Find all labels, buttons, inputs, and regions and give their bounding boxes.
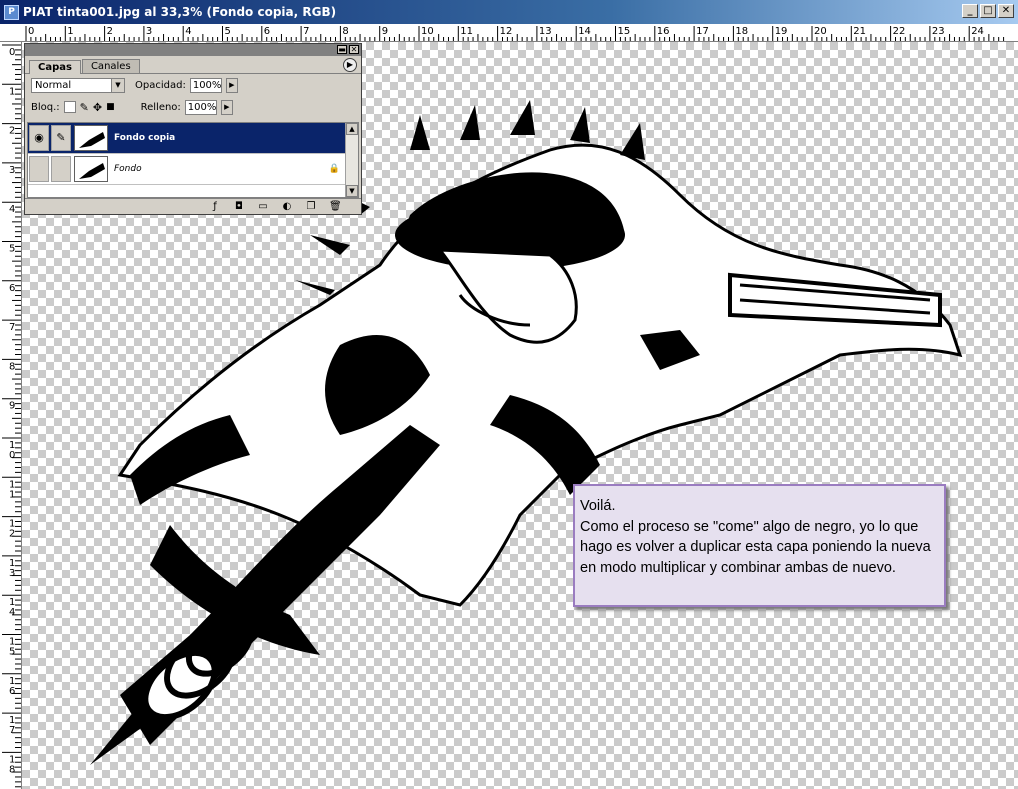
ruler-label: 19 [775, 26, 788, 37]
eye-icon[interactable]: ◉ [29, 125, 49, 151]
fill-slider-button[interactable]: ▶ [220, 99, 233, 115]
palette-close-button[interactable]: ✕ [349, 45, 359, 54]
ruler-label: 0 [9, 47, 15, 58]
fill-field[interactable]: 100% [184, 99, 217, 115]
layer-name[interactable]: Fondo copia [114, 133, 175, 143]
ruler-label: 21 [853, 26, 866, 37]
ruler-label: 18 [735, 26, 748, 37]
ruler-label: 2 [107, 26, 113, 37]
chevron-down-icon: ▼ [111, 78, 124, 92]
layer-thumbnail [74, 125, 108, 151]
ruler-label: 22 [893, 26, 906, 37]
ruler-label: 0 [28, 26, 34, 37]
maximize-button[interactable]: □ [980, 4, 996, 18]
layer-thumbnail [74, 156, 108, 182]
ruler-label: 16 [657, 26, 670, 37]
ruler-label: 4 [185, 26, 191, 37]
move-icon[interactable]: ✥ [93, 101, 102, 114]
document-icon: P [4, 4, 19, 20]
scroll-up-button[interactable]: ▲ [346, 123, 358, 135]
note-title: Voilá. [580, 498, 616, 514]
ruler-label: 3 [9, 568, 15, 579]
close-button[interactable]: ✕ [998, 4, 1014, 18]
layer-scrollbar[interactable]: ▲ ▼ [345, 123, 358, 197]
ruler-label: 6 [264, 26, 270, 37]
ruler-label: 6 [9, 283, 15, 294]
ruler-label: 5 [9, 244, 15, 255]
window-title: PIAT tinta001.jpg al 33,3% (Fondo copia,… [23, 5, 337, 19]
lock-icon[interactable]: ■ [106, 102, 115, 112]
ruler-label: 12 [500, 26, 513, 37]
opacity-slider-button[interactable]: ▶ [225, 77, 238, 93]
lock-transparency-icon[interactable] [63, 101, 76, 113]
ruler-label: 2 [9, 126, 15, 137]
brush-icon[interactable]: ✎ [80, 101, 89, 114]
layers-palette[interactable]: ▬ ✕ Capas Canales ▶ Normal ▼ Opacidad: 10… [24, 43, 362, 215]
ruler-label: 11 [460, 26, 473, 37]
blend-mode-select[interactable]: Normal ▼ [31, 77, 125, 93]
ruler-label: 3 [146, 26, 152, 37]
ruler-label: 8 [342, 26, 348, 37]
ruler-label: 1 [9, 489, 15, 500]
opacity-label: Opacidad: [135, 79, 186, 91]
ruler-label: 17 [696, 26, 709, 37]
ruler-label: 14 [578, 26, 591, 37]
ruler-label: 1 [67, 26, 73, 37]
annotation-note: Voilá. Como el proceso se "come" algo de… [573, 484, 946, 607]
palette-minimize-button[interactable]: ▬ [337, 45, 347, 54]
palette-titlebar[interactable]: ▬ ✕ [25, 44, 361, 56]
minimize-button[interactable]: _ [962, 4, 978, 18]
tab-capas[interactable]: Capas [29, 60, 81, 74]
opacity-field[interactable]: 100% [189, 77, 222, 93]
title-bar: P PIAT tinta001.jpg al 33,3% (Fondo copi… [0, 0, 1018, 24]
palette-menu-button[interactable]: ▶ [343, 58, 357, 72]
folder-icon[interactable]: ▭ [257, 201, 269, 213]
ruler-label: 7 [9, 322, 15, 333]
ruler-label: 9 [382, 26, 388, 37]
ruler-label: 1 [9, 86, 15, 97]
horizontal-ruler[interactable]: 0 1 2 3 4 5 6 7 8 9 10 11 12 13 14 15 16 17 18 19 20 21 22 23 24 [0, 24, 1018, 42]
link-toggle[interactable] [51, 156, 71, 182]
ruler-label: 8 [9, 764, 15, 775]
ruler-label: 5 [9, 647, 15, 658]
adjustment-icon[interactable]: ◐ [281, 201, 293, 213]
ruler-label: 8 [9, 361, 15, 372]
ruler-label: 6 [9, 686, 15, 697]
ruler-label: 4 [9, 204, 15, 215]
ruler-label: 4 [9, 607, 15, 618]
brush-icon[interactable]: ✎ [51, 125, 71, 151]
blend-mode-value: Normal [35, 79, 72, 91]
mask-icon[interactable]: ◘ [233, 201, 245, 213]
ruler-label: 13 [539, 26, 552, 37]
palette-footer: ƒ ◘ ▭ ◐ ❐ 🗑 [25, 198, 361, 214]
tab-canales[interactable]: Canales [81, 59, 140, 73]
layer-row-fondo[interactable]: Fondo 🔒 [28, 154, 358, 185]
ruler-label: 2 [9, 529, 15, 540]
layer-row-fondo-copia[interactable]: ◉ ✎ Fondo copia [28, 123, 358, 154]
visibility-toggle[interactable] [29, 156, 49, 182]
ruler-label: 10 [421, 26, 434, 37]
vertical-ruler[interactable]: 0123456789101112131415161718 [0, 42, 22, 789]
ruler-label: 15 [618, 26, 631, 37]
layer-style-icon[interactable]: ƒ [209, 201, 221, 213]
layer-name[interactable]: Fondo [114, 164, 142, 174]
ruler-label: 7 [303, 26, 309, 37]
ruler-label: 7 [9, 725, 15, 736]
ruler-label: 0 [9, 450, 15, 461]
fill-label: Relleno: [140, 101, 181, 113]
ruler-label: 5 [225, 26, 231, 37]
ruler-label: 20 [814, 26, 827, 37]
lock-icon: 🔒 [328, 164, 340, 174]
note-body: Como el proceso se "come" algo de negro,… [580, 518, 931, 576]
scroll-down-button[interactable]: ▼ [346, 185, 358, 197]
trash-icon[interactable]: 🗑 [329, 201, 342, 213]
layer-list[interactable]: ◉ ✎ Fondo copia Fondo 🔒 ▲ ▼ [27, 122, 359, 198]
ruler-label: 23 [932, 26, 945, 37]
ruler-label: 9 [9, 401, 15, 412]
ruler-label: 24 [971, 26, 984, 37]
ruler-label: 3 [9, 165, 15, 176]
new-layer-icon[interactable]: ❐ [305, 201, 317, 213]
lock-label: Bloq.: [31, 101, 60, 113]
